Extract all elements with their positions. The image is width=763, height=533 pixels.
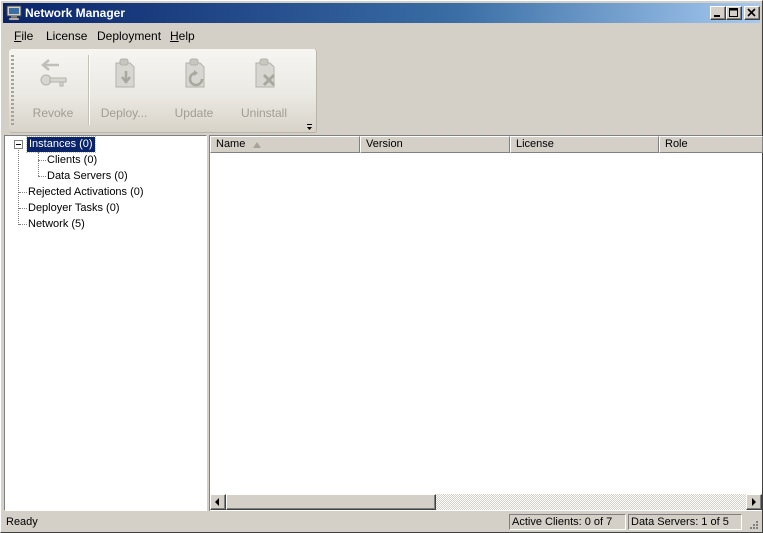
deploy-button[interactable]: Deploy...	[86, 53, 162, 127]
uninstall-label: Uninstall	[240, 106, 288, 120]
uninstall-button[interactable]: Uninstall	[226, 53, 302, 127]
tree-item-rejected-activations[interactable]: Rejected Activations (0)	[28, 185, 144, 200]
menu-license-label: License	[46, 29, 88, 43]
sort-ascending-icon	[253, 142, 261, 148]
deploy-icon	[115, 58, 135, 88]
close-button[interactable]	[744, 6, 760, 20]
minimize-icon	[714, 15, 720, 17]
menu-bar: File License Deployment Help	[3, 26, 760, 46]
horizontal-scrollbar[interactable]	[210, 494, 762, 510]
menu-help-label: elp	[178, 29, 195, 43]
deploy-label: Deploy...	[100, 106, 148, 120]
instances-list[interactable]: Name Version License Role	[209, 135, 763, 511]
scroll-left-button[interactable]	[210, 494, 226, 510]
tree-item-deployer-tasks[interactable]: Deployer Tasks (0)	[28, 201, 120, 216]
toolbar: Revoke Deploy... Update Uninstall	[9, 49, 317, 133]
tree-item-instances[interactable]: Instances (0)	[26, 136, 96, 153]
close-icon	[747, 8, 756, 17]
column-header-role[interactable]: Role	[659, 136, 763, 153]
column-header-version[interactable]: Version	[360, 136, 510, 153]
status-bar: Ready Active Clients: 0 of 7 Data Server…	[3, 513, 760, 531]
menu-help-mnemonic: H	[170, 29, 179, 43]
tree-connector	[38, 152, 39, 176]
column-header-name[interactable]: Name	[210, 136, 360, 153]
menu-file-label: ile	[21, 29, 34, 43]
app-monitor-icon	[6, 5, 22, 21]
minimize-button[interactable]	[710, 6, 726, 20]
window-title: Network Manager	[25, 6, 126, 20]
menu-help[interactable]: Help	[170, 28, 195, 44]
tree-connector	[19, 192, 27, 193]
tree-collapse-icon[interactable]	[14, 140, 23, 149]
tree-item-data-servers[interactable]: Data Servers (0)	[47, 169, 128, 184]
menu-deployment-label: Deployment	[97, 29, 162, 43]
toolbar-overflow-chevron-icon[interactable]	[305, 123, 315, 132]
tree-item-clients[interactable]: Clients (0)	[47, 153, 97, 168]
maximize-icon	[729, 8, 738, 17]
active-clients-panel: Active Clients: 0 of 7	[509, 514, 626, 530]
navigation-tree[interactable]: Instances (0) Clients (0) Data Servers (…	[4, 135, 207, 511]
tree-connector	[38, 160, 46, 161]
status-text: Ready	[6, 516, 38, 528]
resize-grip-icon[interactable]	[747, 518, 759, 530]
column-name-label: Name	[216, 138, 246, 150]
tree-connector	[18, 150, 19, 225]
maximize-button[interactable]	[726, 6, 742, 20]
scrollbar-thumb[interactable]	[226, 494, 436, 510]
revoke-button[interactable]: Revoke	[15, 53, 91, 127]
toolbar-grip[interactable]	[11, 55, 14, 125]
data-servers-panel: Data Servers: 1 of 5	[628, 514, 742, 530]
update-button[interactable]: Update	[156, 53, 232, 127]
menu-deployment[interactable]: Deployment	[97, 28, 161, 44]
tree-connector	[38, 176, 46, 177]
revoke-key-icon	[40, 59, 67, 87]
tree-item-network[interactable]: Network (5)	[28, 217, 85, 232]
menu-license[interactable]: License	[46, 28, 87, 44]
scroll-right-button[interactable]	[746, 494, 762, 510]
title-bar[interactable]: Network Manager	[3, 3, 760, 23]
arrow-left-icon	[215, 498, 219, 506]
uninstall-icon	[255, 58, 276, 88]
update-icon	[185, 58, 205, 88]
tree-connector	[19, 224, 27, 225]
network-manager-window: Network Manager File License Deployment …	[0, 0, 763, 533]
revoke-label: Revoke	[32, 106, 74, 120]
tree-connector	[19, 208, 27, 209]
update-label: Update	[174, 106, 214, 120]
arrow-right-icon	[752, 498, 756, 506]
menu-file[interactable]: File	[14, 28, 33, 44]
column-header-license[interactable]: License	[510, 136, 659, 153]
